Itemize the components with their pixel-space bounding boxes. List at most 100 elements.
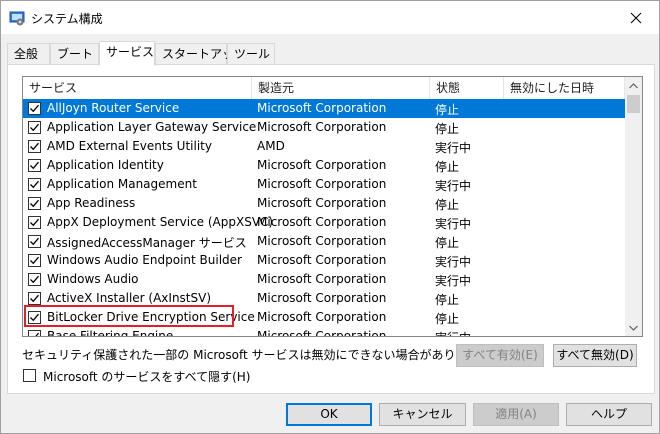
tab-tools[interactable]: ツール — [227, 43, 275, 65]
service-status: 停止 — [435, 103, 460, 117]
checkmark-icon — [30, 180, 39, 189]
service-checkbox[interactable] — [28, 273, 41, 286]
disable-all-button[interactable]: すべて無効(D) — [553, 344, 637, 367]
service-manufacturer: AMD — [257, 139, 285, 153]
table-row[interactable]: Application Layer Gateway Service Microso… — [23, 118, 626, 137]
scroll-thumb[interactable] — [627, 95, 640, 113]
close-icon — [630, 12, 642, 23]
service-checkbox[interactable] — [28, 254, 41, 267]
service-name: AMD External Events Utility — [47, 139, 212, 153]
service-manufacturer: Microsoft Corporation — [257, 234, 387, 248]
table-row[interactable]: Application Management Microsoft Corporat… — [23, 175, 626, 194]
header-status[interactable]: 状態 — [430, 77, 504, 99]
system-config-app-icon — [9, 11, 25, 26]
checkmark-icon — [30, 275, 39, 284]
service-name: AllJoyn Router Service — [47, 101, 180, 115]
service-manufacturer: Microsoft Corporation — [257, 329, 387, 337]
table-row[interactable]: App Readiness Microsoft Corporation 停止 — [23, 194, 626, 213]
service-checkbox[interactable] — [28, 311, 41, 324]
protected-services-note: セキュリティ保護された一部の Microsoft サービスは無効にできない場合が… — [22, 348, 491, 362]
service-status: 実行中 — [435, 255, 472, 269]
system-config-window: システム構成 全般 ブート サービス スタートアップ ツール サービス 製造元 … — [0, 0, 660, 434]
service-checkbox[interactable] — [28, 216, 41, 229]
service-manufacturer: Microsoft Corporation — [257, 177, 387, 191]
service-manufacturer: Microsoft Corporation — [257, 120, 387, 134]
checkmark-icon — [30, 161, 39, 170]
tab-boot[interactable]: ブート — [50, 43, 99, 65]
tab-services[interactable]: サービス — [99, 41, 155, 66]
table-row[interactable]: Windows Audio Endpoint Builder Microsoft … — [23, 251, 626, 270]
table-row[interactable]: Base Filtering Engine Microsoft Corporati… — [23, 327, 626, 337]
service-checkbox[interactable] — [28, 140, 41, 153]
service-status: 停止 — [435, 312, 460, 326]
table-row[interactable]: Windows Audio Microsoft Corporation 実行中 — [23, 270, 626, 289]
service-manufacturer: Microsoft Corporation — [257, 158, 387, 172]
table-row[interactable]: AllJoyn Router Service Microsoft Corporat… — [23, 99, 626, 118]
service-name: Application Layer Gateway Service — [47, 120, 257, 134]
table-row[interactable]: AMD External Events Utility AMD 実行中 — [23, 137, 626, 156]
service-checkbox[interactable] — [28, 121, 41, 134]
tab-startup[interactable]: スタートアップ — [155, 43, 246, 65]
hide-ms-checkbox[interactable] — [23, 369, 36, 382]
service-checkbox[interactable] — [28, 235, 41, 248]
service-status: 実行中 — [435, 274, 472, 288]
service-checkbox[interactable] — [28, 292, 41, 305]
ok-button[interactable]: OK — [286, 403, 372, 426]
service-checkbox[interactable] — [28, 330, 41, 336]
service-status: 停止 — [435, 236, 460, 250]
service-manufacturer: Microsoft Corporation — [257, 253, 387, 267]
table-row[interactable]: AssignedAccessManager サービス Microsoft Corp… — [23, 232, 626, 251]
service-status: 実行中 — [435, 141, 472, 155]
service-checkbox[interactable] — [28, 159, 41, 172]
checkmark-icon — [30, 313, 39, 322]
services-list[interactable]: サービス 製造元 状態 無効にした日時 AllJoyn Router Servi… — [22, 76, 643, 337]
help-button[interactable]: ヘルプ — [566, 403, 652, 426]
scroll-down-arrow[interactable] — [625, 319, 642, 336]
service-manufacturer: Microsoft Corporation — [257, 215, 387, 229]
service-status: 停止 — [435, 122, 460, 136]
service-name: Windows Audio Endpoint Builder — [47, 253, 242, 267]
service-status: 実行中 — [435, 179, 472, 193]
service-status: 実行中 — [435, 329, 471, 336]
hide-ms-label: Microsoft のサービスをすべて隠す(H) — [43, 370, 251, 384]
service-name: AssignedAccessManager サービス — [47, 236, 247, 250]
vertical-scrollbar[interactable] — [625, 77, 642, 336]
cancel-button[interactable]: キャンセル — [379, 403, 466, 426]
checkmark-icon — [30, 123, 39, 132]
service-name: BitLocker Drive Encryption Service — [47, 310, 255, 324]
service-manufacturer: Microsoft Corporation — [257, 196, 387, 210]
table-row[interactable]: AppX Deployment Service (AppXSVC) Microso… — [23, 213, 626, 232]
service-name: Application Identity — [47, 158, 164, 172]
service-checkbox[interactable] — [28, 197, 41, 210]
header-manufacturer[interactable]: 製造元 — [252, 77, 430, 99]
chevron-down-icon — [629, 325, 638, 331]
service-name: ActiveX Installer (AxInstSV) — [47, 291, 212, 305]
title-bar: システム構成 — [1, 1, 659, 34]
checkmark-icon — [30, 237, 39, 246]
service-manufacturer: Microsoft Corporation — [257, 101, 387, 115]
close-button[interactable] — [613, 1, 659, 34]
service-status: 実行中 — [435, 217, 472, 231]
scroll-up-arrow[interactable] — [625, 77, 642, 94]
apply-button[interactable]: 適用(A) — [473, 403, 559, 426]
window-title: システム構成 — [31, 12, 103, 26]
service-name: Application Management — [47, 177, 197, 191]
services-panel: サービス 製造元 状態 無効にした日時 AllJoyn Router Servi… — [7, 64, 655, 394]
service-checkbox[interactable] — [28, 102, 41, 115]
checkmark-icon — [35, 332, 39, 336]
header-service[interactable]: サービス — [23, 77, 252, 99]
checkmark-icon — [30, 256, 39, 265]
tab-general[interactable]: 全般 — [7, 43, 50, 65]
table-row[interactable]: Application Identity Microsoft Corporatio… — [23, 156, 626, 175]
table-row[interactable]: BitLocker Drive Encryption Service Micros… — [23, 308, 626, 327]
header-disabled-date[interactable]: 無効にした日時 — [504, 77, 625, 99]
service-status: 停止 — [435, 198, 460, 212]
enable-all-button[interactable]: すべて有効(E) — [456, 344, 544, 367]
service-name: Base Filtering Engine — [47, 329, 174, 337]
service-manufacturer: Microsoft Corporation — [257, 291, 387, 305]
table-row[interactable]: ActiveX Installer (AxInstSV) Microsoft Co… — [23, 289, 626, 308]
service-name: Windows Audio — [47, 272, 139, 286]
service-checkbox[interactable] — [28, 178, 41, 191]
service-name: AppX Deployment Service (AppXSVC) — [47, 215, 274, 229]
service-name: App Readiness — [47, 196, 136, 210]
